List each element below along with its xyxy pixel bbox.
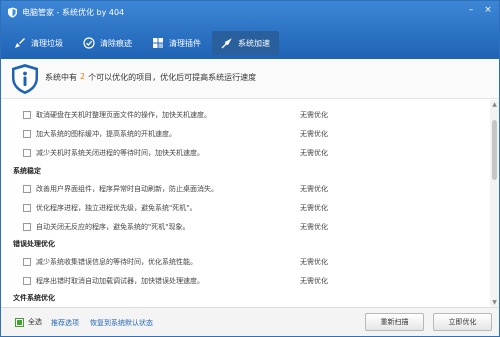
item-description: 减少关机时系统关闭进程的等待时间，加快关机速度。 [36, 149, 204, 157]
list-item[interactable]: 加大系统的图标缓冲，提高系统的开机速度。 无需优化 [23, 125, 489, 143]
recommended-options-link[interactable]: 推荐选项 [51, 318, 79, 328]
item-status: 无需优化 [300, 149, 328, 157]
optimizable-count: 2 [80, 72, 86, 81]
broom-icon [14, 37, 26, 49]
minimize-button[interactable]: – [464, 3, 478, 16]
item-checkbox[interactable] [23, 111, 31, 119]
info-prefix: 系统中有 [45, 73, 77, 82]
section-header: 错误处理优化 [13, 240, 55, 248]
item-description: 取消硬盘在关机时整理页面文件的操作，加快关机速度。 [36, 111, 211, 119]
puzzle-icon [152, 37, 164, 49]
list-item[interactable]: 取消硬盘在关机时整理页面文件的操作，加快关机速度。 无需优化 [23, 106, 489, 124]
tab-system-speedup[interactable]: 系统加速 [212, 31, 279, 55]
checkbox-checked-icon[interactable] [15, 317, 24, 327]
app-title: 电脑管家 - 系统优化 by 404 [7, 5, 124, 19]
tab-label: 清理插件 [169, 38, 201, 48]
item-status: 无需优化 [300, 204, 328, 212]
close-button[interactable]: × [481, 3, 495, 16]
footer-bar: 全选 推荐选项 恢复到系统默认状态 重新扫描 立即优化 [1, 307, 499, 336]
section-header: 系统稳定 [13, 167, 41, 175]
item-checkbox[interactable] [23, 204, 31, 212]
item-checkbox[interactable] [23, 130, 31, 138]
info-suffix: 个可以优化的项目，优化后可提高系统运行速度 [88, 73, 257, 82]
tab-clean-junk[interactable]: 清理垃圾 [5, 31, 72, 55]
tab-clear-traces[interactable]: 清除痕迹 [74, 31, 141, 55]
tab-label: 系统加速 [238, 38, 270, 48]
item-status: 无需优化 [300, 111, 328, 119]
item-status: 无需优化 [300, 223, 328, 231]
item-description: 减少系统收集错误信息的等待时间，优化系统性能。 [36, 258, 197, 266]
info-banner: 系统中有 2 个可以优化的项目，优化后可提高系统运行速度 [1, 59, 499, 99]
list-item[interactable]: 减少系统收集错误信息的等待时间，优化系统性能。 无需优化 [23, 253, 489, 271]
scroll-up-icon[interactable]: ▲ [490, 100, 499, 109]
item-status: 无需优化 [300, 185, 328, 193]
list-item[interactable]: 改善用户界面组件，程序异常时自动刷新，防止桌面消失。 无需优化 [23, 180, 489, 198]
tab-bar: 清理垃圾 清除痕迹 清理插件 系统加速 [5, 31, 281, 55]
tab-clean-plugins[interactable]: 清理插件 [143, 31, 210, 55]
item-status: 无需优化 [300, 258, 328, 266]
item-description: 改善用户界面组件，程序异常时自动刷新，防止桌面消失。 [36, 185, 218, 193]
rocket-icon [221, 37, 233, 49]
erase-icon [83, 37, 95, 49]
item-description: 优化程序进程，独立进程优先级，避免系统"死机"。 [36, 204, 197, 212]
window-controls: – × [464, 3, 495, 16]
item-description: 加大系统的图标缓冲，提高系统的开机速度。 [36, 130, 176, 138]
info-shield-icon [10, 63, 40, 95]
info-message: 系统中有 2 个可以优化的项目，优化后可提高系统运行速度 [45, 72, 256, 83]
item-description: 自动关闭无反应的程序，避免系统的"死机"现象。 [36, 223, 190, 231]
scroll-down-icon[interactable]: ▼ [490, 298, 499, 307]
select-all-label: 全选 [28, 318, 42, 326]
list-item[interactable]: 优化程序进程，独立进程优先级，避免系统"死机"。 无需优化 [23, 199, 489, 217]
item-checkbox[interactable] [23, 149, 31, 157]
section-header: 文件系统优化 [13, 294, 55, 302]
list-item[interactable]: 减少关机时系统关闭进程的等待时间，加快关机速度。 无需优化 [23, 144, 489, 162]
tab-label: 清理垃圾 [31, 38, 63, 48]
restore-defaults-link[interactable]: 恢复到系统默认状态 [90, 318, 153, 328]
list-item[interactable]: 自动关闭无反应的程序，避免系统的"死机"现象。 无需优化 [23, 218, 489, 236]
shield-logo-icon [7, 7, 18, 18]
tab-label: 清除痕迹 [100, 38, 132, 48]
title-bar: 电脑管家 - 系统优化 by 404 – × 清理垃圾 清除痕迹 清理插件 系统… [1, 1, 499, 59]
item-checkbox[interactable] [23, 185, 31, 193]
item-description: 程序出错时取消自动加载调试器，加快错误处理速度。 [36, 277, 204, 285]
app-title-text: 电脑管家 - 系统优化 by 404 [22, 7, 125, 17]
item-checkbox[interactable] [23, 277, 31, 285]
optimization-list: 取消硬盘在关机时整理页面文件的操作，加快关机速度。 无需优化 加大系统的图标缓冲… [1, 100, 499, 307]
select-all-checkbox[interactable]: 全选 [15, 317, 42, 327]
list-scrollbar[interactable]: ▲ ▼ [490, 100, 499, 307]
rescan-button[interactable]: 重新扫描 [365, 313, 424, 331]
optimize-now-button[interactable]: 立即优化 [433, 313, 492, 331]
list-item[interactable]: 程序出错时取消自动加载调试器，加快错误处理速度。 无需优化 [23, 272, 489, 290]
item-checkbox[interactable] [23, 258, 31, 266]
app-window: 电脑管家 - 系统优化 by 404 – × 清理垃圾 清除痕迹 清理插件 系统… [0, 0, 500, 337]
scrollbar-thumb[interactable] [492, 120, 497, 180]
item-checkbox[interactable] [23, 223, 31, 231]
item-status: 无需优化 [300, 130, 328, 138]
item-status: 无需优化 [300, 277, 328, 285]
